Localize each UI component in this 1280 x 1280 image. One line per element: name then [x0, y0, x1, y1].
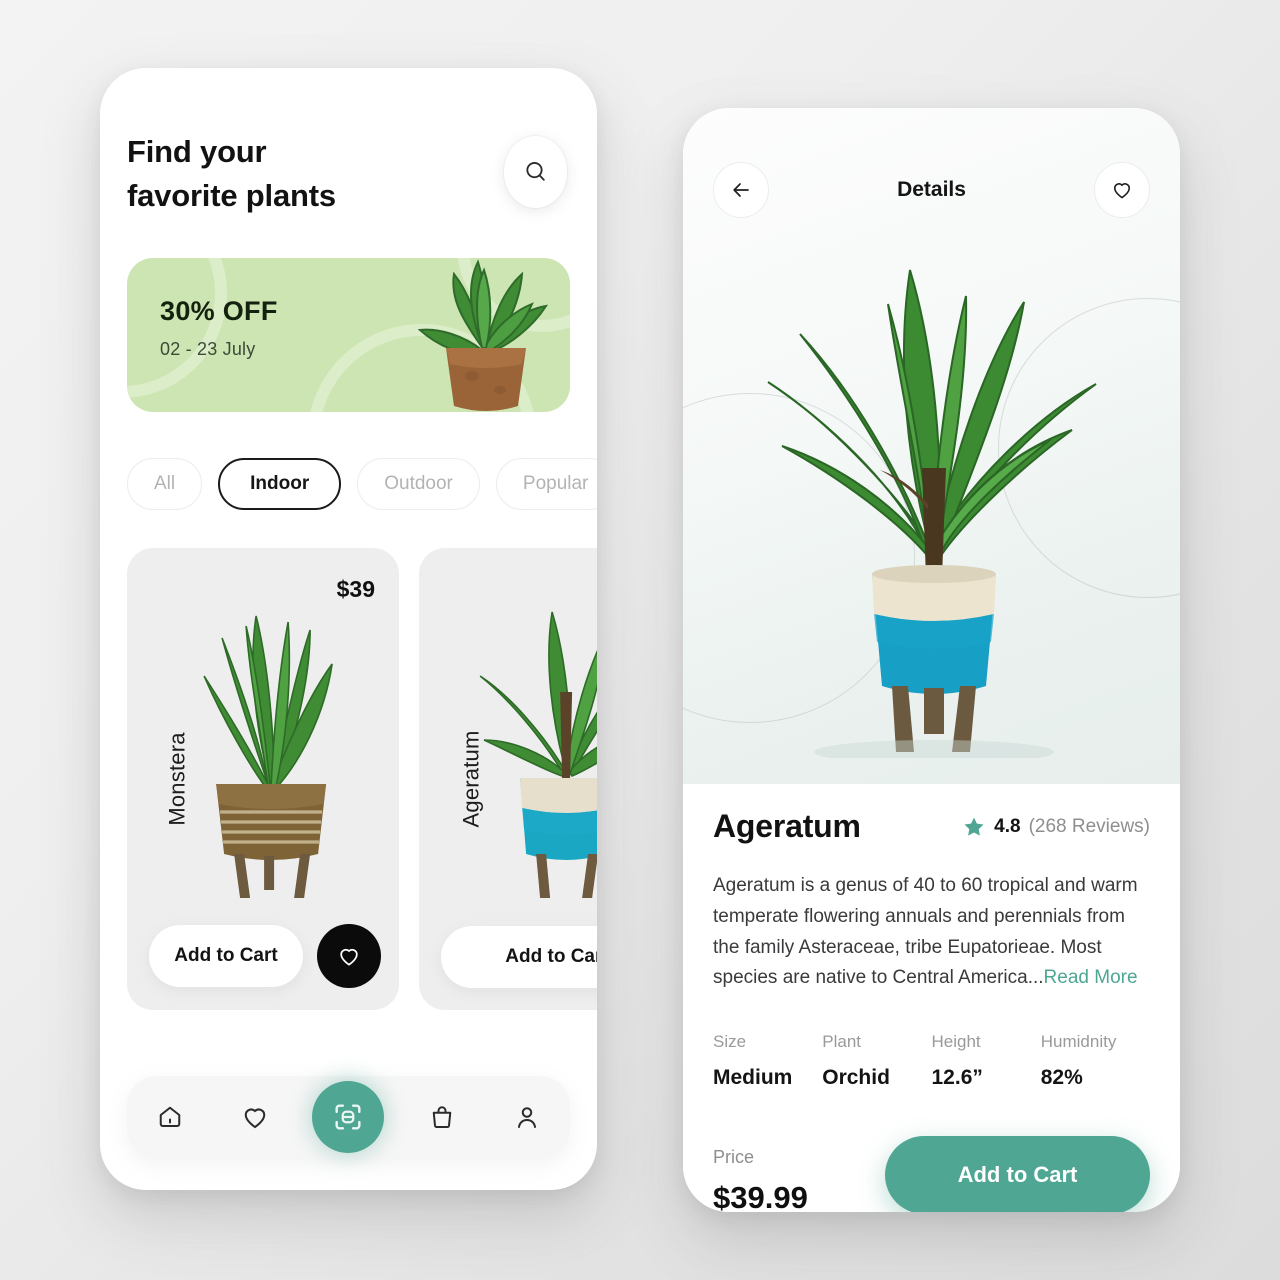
product-card[interactable]: $39 Monstera Add to Cart: [127, 548, 399, 1011]
scan-icon: [335, 1104, 362, 1130]
spec-value: 12.6”: [931, 1066, 983, 1090]
review-count: (268 Reviews): [1028, 815, 1150, 837]
promo-plant-image: [417, 259, 549, 412]
filter-chip-all[interactable]: All: [127, 458, 203, 511]
phone-detail-screen: Details Ageratum 4.8 (268 Reviews) Agera…: [683, 108, 1180, 1212]
product-specs: Size Medium Plant Orchid Height 12.6” Hu…: [713, 1032, 1150, 1090]
spec-label: Size: [713, 1032, 747, 1052]
filter-chips: All Indoor Outdoor Popular: [127, 458, 597, 511]
favorite-button[interactable]: [317, 924, 381, 989]
detail-footer: Price $39.99 Add to Cart: [713, 1136, 1150, 1212]
favorite-button[interactable]: [1094, 162, 1150, 218]
bottom-navigation: [127, 1076, 570, 1158]
read-more-link[interactable]: Read More: [1044, 967, 1138, 988]
product-card[interactable]: Ageratum Add to Ca: [419, 548, 597, 1011]
add-to-cart-button[interactable]: Add to Cart: [441, 926, 597, 989]
promo-discount: 30% OFF: [160, 296, 278, 327]
promo-dates: 02 - 23 July: [160, 339, 256, 360]
spec-humidity: Humidnity 82%: [1041, 1032, 1150, 1090]
product-actions: Add to Cart: [149, 924, 381, 989]
price-label: Price: [713, 1147, 755, 1168]
filter-chip-outdoor[interactable]: Outdoor: [357, 458, 480, 511]
product-card-list: $39 Monstera Add to Cart Ageratum Add to…: [127, 548, 597, 1011]
tab-home[interactable]: [142, 1089, 198, 1145]
add-to-cart-button[interactable]: Add to Cart: [149, 925, 303, 988]
spec-value: Orchid: [822, 1066, 890, 1090]
tab-cart[interactable]: [414, 1089, 470, 1145]
heart-icon: [244, 1108, 266, 1129]
spec-value: Medium: [713, 1066, 793, 1090]
arrow-left-icon: [733, 183, 749, 197]
spec-label: Humidnity: [1040, 1032, 1117, 1052]
detail-header: Details: [683, 162, 1180, 218]
detail-body: Ageratum 4.8 (268 Reviews) Ageratum is a…: [683, 784, 1180, 1212]
product-name: Monstera: [164, 732, 190, 826]
product-title-row: Ageratum 4.8 (268 Reviews): [713, 808, 1150, 845]
heart-icon: [340, 948, 358, 966]
product-plant-image: [203, 615, 333, 899]
bag-icon: [432, 1106, 452, 1128]
spec-plant: Plant Orchid: [822, 1032, 931, 1090]
phone-home-screen: Find your favorite plants 30% OFF 02 - 2…: [100, 68, 597, 1190]
filter-chip-popular[interactable]: Popular: [495, 458, 597, 511]
spec-size: Size Medium: [713, 1032, 822, 1090]
spec-label: Height: [931, 1032, 981, 1052]
home-icon: [159, 1106, 180, 1127]
spec-height: Height 12.6”: [932, 1032, 1041, 1090]
rating-value: 4.8: [994, 815, 1021, 837]
tab-favorites[interactable]: [227, 1089, 283, 1145]
spec-label: Plant: [822, 1032, 861, 1052]
product-name: Ageratum: [713, 808, 861, 844]
tab-profile[interactable]: [499, 1089, 555, 1145]
person-icon: [518, 1107, 537, 1128]
search-button[interactable]: [504, 136, 567, 208]
product-price: $39: [336, 576, 375, 603]
page-title: Details: [897, 178, 966, 201]
product-name: Ageratum: [458, 730, 484, 828]
promo-text: 30% OFF 02 - 23 July: [160, 296, 278, 360]
price-block: Price $39.99: [713, 1147, 808, 1212]
price-value: $39.99: [713, 1180, 808, 1212]
add-to-cart-button[interactable]: Add to Cart: [885, 1136, 1150, 1212]
page-title: Find your favorite plants: [127, 134, 336, 214]
home-header: Find your favorite plants: [100, 68, 597, 218]
hero-plant-image: [766, 269, 1097, 758]
rating: 4.8 (268 Reviews): [962, 815, 1150, 839]
star-icon: [964, 817, 984, 836]
spec-value: 82%: [1040, 1066, 1083, 1090]
tab-scan[interactable]: [312, 1081, 385, 1153]
back-button[interactable]: [713, 162, 769, 218]
product-actions: Add to Cart: [441, 926, 597, 989]
filter-chip-indoor[interactable]: Indoor: [218, 458, 342, 511]
product-description: Ageratum is a genus of 40 to 60 tropical…: [713, 871, 1150, 994]
heart-icon: [1114, 183, 1130, 199]
search-icon: [525, 161, 545, 181]
promo-banner[interactable]: 30% OFF 02 - 23 July: [127, 258, 570, 413]
